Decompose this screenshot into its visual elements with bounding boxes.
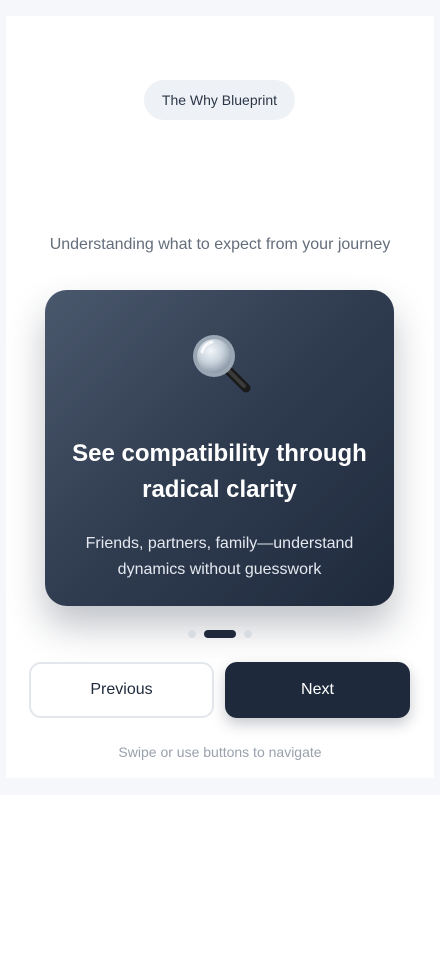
previous-button[interactable]: Previous [29, 662, 214, 718]
pagination-dot[interactable] [244, 630, 252, 638]
page-subtitle: Understanding what to expect from your j… [49, 236, 391, 253]
navigation-hint: Swipe or use buttons to navigate [118, 744, 322, 760]
pagination-dots [0, 629, 440, 639]
slide-card[interactable]: See compatibility through radical clarit… [45, 290, 394, 606]
section-badge: The Why Blueprint [144, 80, 295, 120]
slide-title: See compatibility through radical clarit… [72, 440, 367, 503]
pagination-dot-active[interactable] [204, 630, 236, 638]
slide-description: Friends, partners, family—understand dyn… [85, 535, 354, 578]
pagination-dot[interactable] [188, 630, 196, 638]
magnifying-glass-icon [45, 330, 394, 396]
next-button[interactable]: Next [225, 662, 410, 718]
